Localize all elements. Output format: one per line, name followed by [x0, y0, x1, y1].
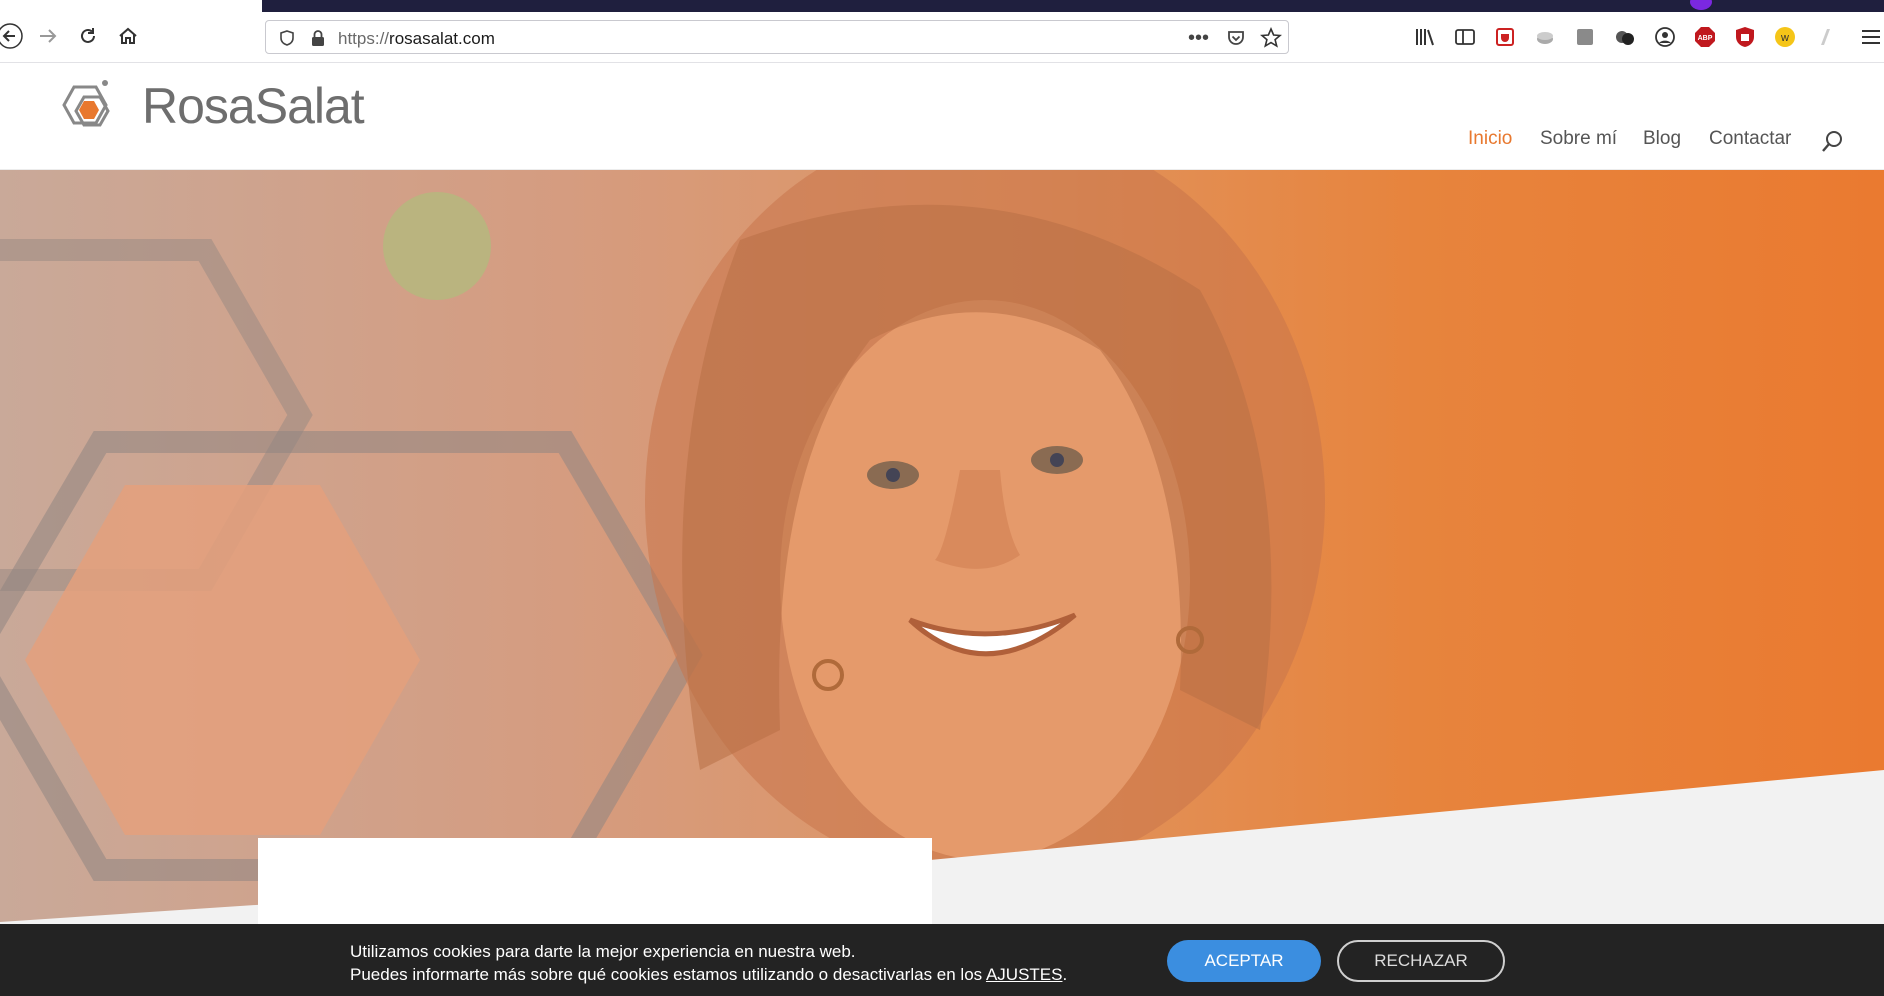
ext-icon[interactable]: [1494, 26, 1516, 48]
nav-inicio[interactable]: Inicio: [1468, 128, 1512, 150]
cookie-message: Utilizamos cookies para darte la mejor e…: [350, 940, 1067, 986]
adblock-label: ABP: [1698, 35, 1713, 42]
cookie-settings-link[interactable]: AJUSTES: [986, 965, 1063, 984]
lock-icon[interactable]: [310, 29, 326, 52]
ublock-icon[interactable]: [1734, 26, 1756, 48]
browser-toolbar: https://rosasalat.com ••• ABP w: [0, 12, 1884, 63]
svg-text:w: w: [1780, 32, 1789, 44]
cookie-line-1: Utilizamos cookies para darte la mejor e…: [350, 942, 856, 961]
cookie-line-2-end: .: [1062, 965, 1068, 984]
library-icon[interactable]: [1414, 26, 1436, 48]
hero-decoration: [0, 170, 1884, 930]
adblock-icon[interactable]: ABP: [1694, 26, 1716, 48]
reload-icon[interactable]: [72, 20, 104, 52]
ext-icon[interactable]: [1574, 26, 1596, 48]
bookmark-star-icon[interactable]: [1260, 26, 1282, 54]
hero-banner: [0, 170, 1884, 930]
ext-icon[interactable]: [1534, 26, 1556, 48]
ext-icon[interactable]: [1614, 26, 1636, 48]
site-header: RosaSalat Inicio Sobre mí Blog Contactar: [0, 63, 1884, 170]
nav-contactar[interactable]: Contactar: [1709, 128, 1791, 150]
accept-cookies-button[interactable]: ACEPTAR: [1167, 940, 1321, 982]
shield-icon[interactable]: [278, 29, 296, 52]
account-icon[interactable]: [1654, 26, 1676, 48]
nav-blog[interactable]: Blog: [1643, 128, 1681, 150]
nav-sobre-mi[interactable]: Sobre mí: [1540, 128, 1617, 150]
logo-hexagon-icon[interactable]: [58, 79, 122, 142]
cookie-banner: Utilizamos cookies para darte la mejor e…: [0, 924, 1884, 996]
reject-cookies-button[interactable]: RECHAZAR: [1337, 940, 1505, 982]
menu-icon[interactable]: [1860, 26, 1882, 48]
url-bar[interactable]: https://rosasalat.com •••: [265, 20, 1289, 54]
title-bar: [262, 0, 1884, 12]
url-text[interactable]: https://rosasalat.com: [338, 29, 495, 49]
logo-text[interactable]: RosaSalat: [142, 77, 365, 135]
home-icon[interactable]: [112, 20, 144, 52]
cookie-line-2: Puedes informarte más sobre qué cookies …: [350, 963, 1067, 986]
sidebar-icon[interactable]: [1454, 26, 1476, 48]
more-icon[interactable]: •••: [1188, 27, 1209, 50]
ext-icon[interactable]: [1814, 26, 1836, 48]
cookie-line-2-text: Puedes informarte más sobre qué cookies …: [350, 965, 986, 984]
tab-strip: [0, 0, 262, 12]
back-icon[interactable]: [0, 20, 26, 52]
pocket-icon[interactable]: [1226, 28, 1246, 53]
ext-icon[interactable]: w: [1774, 26, 1796, 48]
forward-icon[interactable]: [32, 20, 64, 52]
search-icon[interactable]: [1820, 129, 1844, 160]
content-card: [258, 838, 932, 938]
